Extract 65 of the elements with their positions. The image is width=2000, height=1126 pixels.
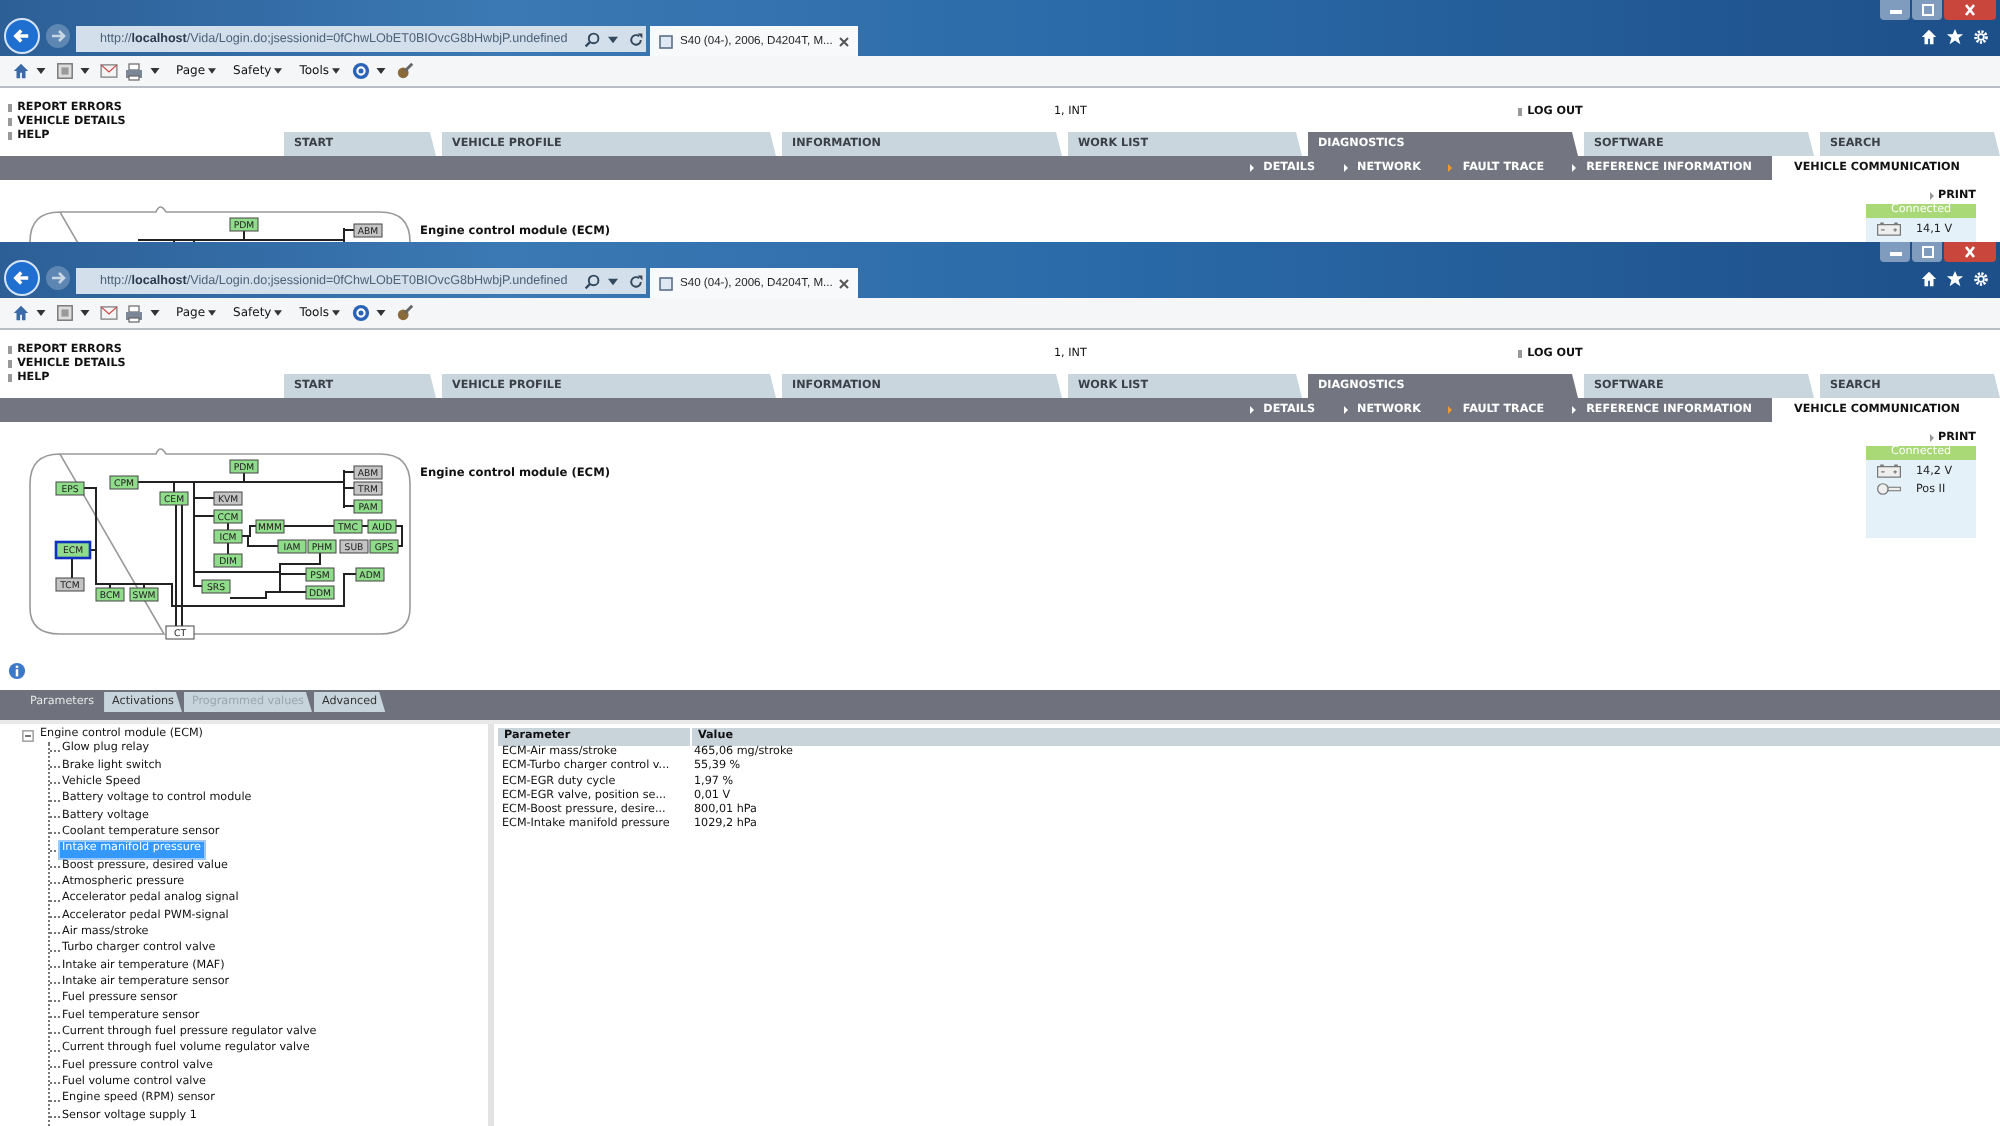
- settings-icon[interactable]: [1972, 28, 1990, 46]
- printer-icon[interactable]: [124, 303, 144, 323]
- caret-icon[interactable]: [36, 310, 46, 316]
- close-icon: [1962, 246, 1978, 258]
- printer-icon[interactable]: [124, 61, 144, 81]
- star-icon[interactable]: [1946, 28, 1964, 46]
- maximize-icon: [1919, 246, 1935, 258]
- back-button[interactable]: [4, 260, 40, 296]
- star-icon[interactable]: [1946, 270, 1964, 288]
- battery-icon: [1876, 464, 1902, 478]
- refresh-icon: [627, 31, 643, 47]
- caret-icon[interactable]: [150, 310, 160, 316]
- info-icon[interactable]: [8, 662, 26, 680]
- tools-icon[interactable]: [395, 62, 414, 80]
- page-icon: [658, 33, 674, 49]
- caret-icon: [608, 35, 618, 43]
- close-icon[interactable]: [838, 277, 851, 289]
- minimize-icon: [1887, 246, 1903, 258]
- feed-icon[interactable]: [56, 62, 74, 80]
- refresh-button[interactable]: [624, 26, 646, 52]
- caret-icon[interactable]: [80, 310, 90, 316]
- caret-icon: [207, 310, 216, 316]
- mail-icon[interactable]: [100, 306, 118, 320]
- home-icon[interactable]: [12, 62, 30, 80]
- settings-icon[interactable]: [1972, 270, 1990, 288]
- close-button[interactable]: [1944, 242, 1996, 262]
- caret-icon[interactable]: [150, 68, 160, 74]
- feed-icon[interactable]: [56, 304, 74, 322]
- caret-icon: [273, 310, 282, 316]
- caret-icon: [331, 68, 340, 74]
- refresh-icon: [627, 273, 643, 289]
- search-icon: [583, 31, 599, 47]
- minimize-button[interactable]: [1880, 0, 1910, 20]
- forward-button[interactable]: [46, 24, 70, 48]
- minimize-button[interactable]: [1880, 242, 1910, 262]
- maximize-icon: [1919, 4, 1935, 16]
- home-icon[interactable]: [1920, 270, 1938, 288]
- mail-icon[interactable]: [100, 64, 118, 78]
- help-icon[interactable]: [351, 304, 370, 322]
- caret-icon: [273, 68, 282, 74]
- close-icon: [1962, 4, 1978, 16]
- home-icon[interactable]: [1920, 28, 1938, 46]
- caret-icon[interactable]: [80, 68, 90, 74]
- caret-icon[interactable]: [375, 310, 386, 316]
- page-icon: [658, 275, 674, 291]
- battery-icon: [1876, 222, 1902, 236]
- arrow-icon: [1930, 192, 1934, 200]
- tools-icon[interactable]: [395, 304, 414, 322]
- caret-icon: [608, 277, 618, 285]
- back-button[interactable]: [4, 18, 40, 54]
- caret-icon: [207, 68, 216, 74]
- caret-icon[interactable]: [375, 68, 386, 74]
- home-icon[interactable]: [12, 304, 30, 322]
- caret-icon: [331, 310, 340, 316]
- key-icon: [1876, 482, 1902, 496]
- forward-button[interactable]: [46, 266, 70, 290]
- minimize-icon: [1887, 4, 1903, 16]
- collapse-icon[interactable]: [22, 729, 34, 741]
- close-icon[interactable]: [838, 35, 851, 47]
- help-icon[interactable]: [351, 62, 370, 80]
- search-icon: [583, 273, 599, 289]
- refresh-button[interactable]: [624, 268, 646, 294]
- caret-icon[interactable]: [36, 68, 46, 74]
- arrow-icon: [1930, 434, 1934, 442]
- close-button[interactable]: [1944, 0, 1996, 20]
